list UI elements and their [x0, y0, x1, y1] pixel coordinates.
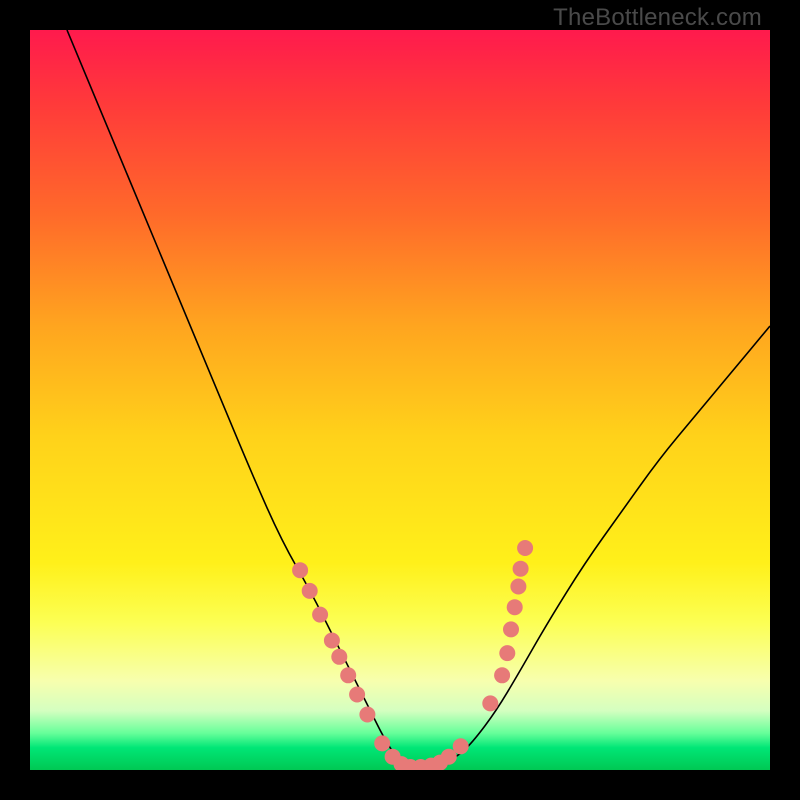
curve-marker [510, 579, 526, 595]
curve-marker [359, 707, 375, 723]
watermark: TheBottleneck.com [553, 4, 762, 32]
curve-marker [374, 735, 390, 751]
curve-marker [507, 599, 523, 615]
curve-marker [482, 695, 498, 711]
curve-marker [331, 649, 347, 665]
bottleneck-curve [67, 30, 770, 770]
curve-marker [513, 561, 529, 577]
curve-marker [349, 687, 365, 703]
curve-marker [292, 562, 308, 578]
curve-marker [494, 667, 510, 683]
curve-marker [503, 621, 519, 637]
curve-marker [312, 607, 328, 623]
curve-marker [517, 540, 533, 556]
curve-marker [324, 633, 340, 649]
chart-frame [30, 30, 770, 770]
curve-markers [292, 540, 533, 770]
curve-marker [340, 667, 356, 683]
curve-marker [302, 583, 318, 599]
chart-svg [30, 30, 770, 770]
curve-marker [453, 738, 469, 754]
curve-marker [499, 645, 515, 661]
